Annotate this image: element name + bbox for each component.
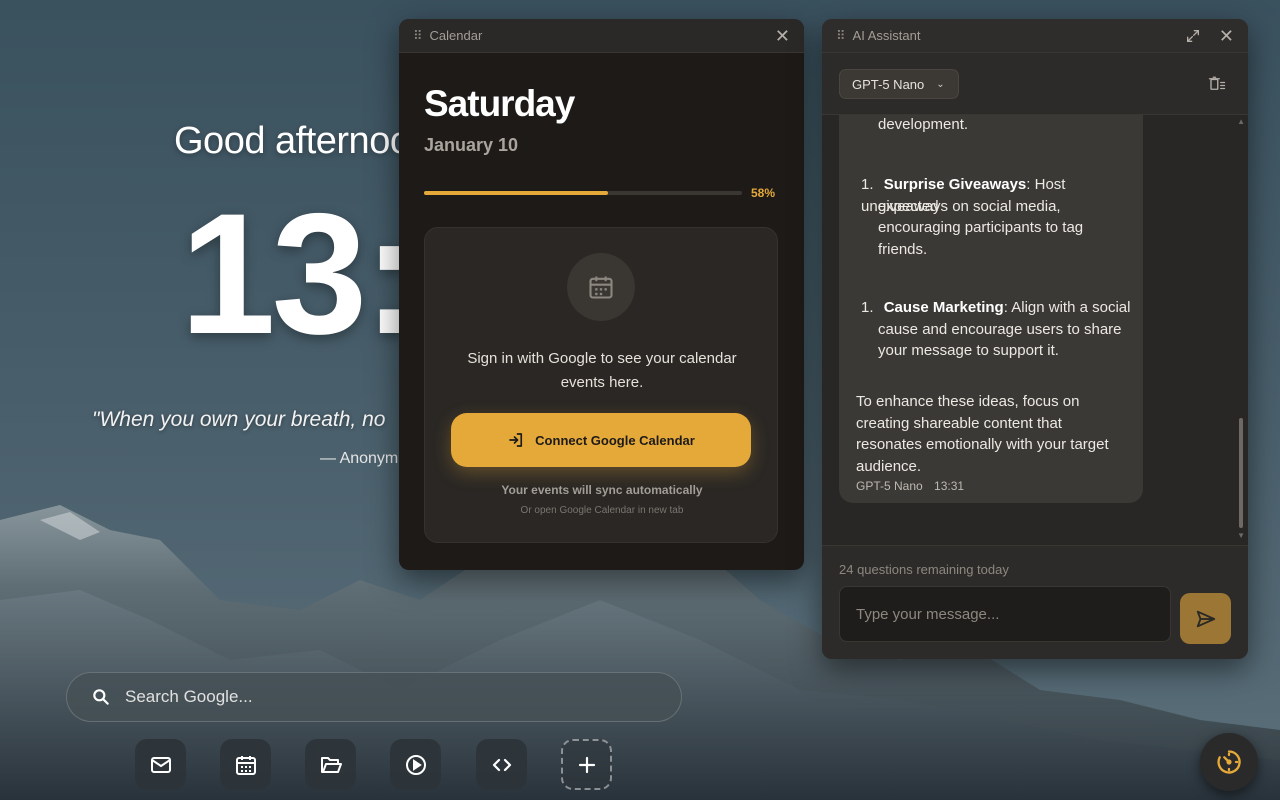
calendar-panel: ⠿ Calendar ✕ Saturday January 10 58% Sig…: [399, 19, 804, 570]
questions-remaining: 24 questions remaining today: [839, 562, 1009, 577]
list-item-line: your message to support it.: [878, 342, 1059, 359]
dock-code-button[interactable]: [476, 739, 527, 790]
paragraph-line: creating shareable content that: [856, 414, 1062, 432]
calendar-signin-card: Sign in with Google to see your calendar…: [424, 227, 778, 543]
calendar-title: Calendar: [429, 28, 483, 43]
dock-add-button[interactable]: [561, 739, 612, 790]
quote-text: "When you own your breath, no: [92, 408, 386, 431]
send-icon: [1196, 610, 1215, 627]
dock-calendar-button[interactable]: [220, 739, 271, 790]
mail-icon: [150, 756, 171, 773]
paragraph-line: resonates emotionally with your target: [856, 436, 1109, 453]
plus-icon: [578, 756, 595, 773]
model-selector[interactable]: GPT-5 Nano ⌄: [839, 69, 959, 99]
send-button[interactable]: [1180, 593, 1231, 644]
message-meta: GPT-5 Nano 13:31: [856, 479, 972, 493]
assistant-message-bubble: development. 1. Surprise Giveaways: Host…: [839, 115, 1143, 503]
list-item-line: encouraging participants to tag: [878, 219, 1084, 236]
list-item: 1. Cause Marketing: Align with a social: [861, 299, 1131, 316]
assistant-toolbar: GPT-5 Nano ⌄: [822, 53, 1248, 115]
model-selector-label: GPT-5 Nano: [852, 76, 925, 92]
drag-handle-icon[interactable]: ⠿: [836, 28, 845, 44]
assistant-header[interactable]: ⠿ AI Assistant ✕: [822, 19, 1248, 53]
chat-messages[interactable]: development. 1. Surprise Giveaways: Host…: [822, 115, 1248, 545]
search-input[interactable]: [125, 687, 645, 707]
dock-mail-button[interactable]: [135, 739, 186, 790]
focus-timer-button[interactable]: [1200, 733, 1258, 791]
paragraph-line: audience.: [856, 457, 922, 475]
scroll-up-icon[interactable]: ▲: [1237, 117, 1245, 126]
day-progress-bar: [424, 191, 742, 195]
day-progress-fill: [424, 191, 609, 195]
message-time: 13:31: [934, 479, 965, 493]
list-item-line: cause and encourage users to share: [878, 320, 1122, 338]
calendar-icon-circle: [567, 253, 635, 321]
chevron-down-icon: ⌄: [936, 78, 945, 90]
assistant-title: AI Assistant: [852, 28, 921, 43]
clear-chat-icon[interactable]: [1208, 75, 1226, 93]
chat-scrollbar-thumb[interactable]: [1239, 418, 1243, 528]
expand-icon[interactable]: [1185, 28, 1201, 44]
calendar-header[interactable]: ⠿ Calendar ✕: [399, 19, 804, 53]
list-item-line: giveaways on social media,: [878, 197, 1061, 215]
connect-button-label: Connect Google Calendar: [535, 432, 695, 448]
search-icon: [93, 689, 109, 705]
calendar-day: Saturday: [424, 83, 575, 124]
paragraph-line: To enhance these ideas, focus on: [856, 393, 1080, 410]
sync-info-text: Your events will sync automatically: [501, 483, 703, 497]
play-icon: [405, 754, 426, 775]
drag-handle-icon[interactable]: ⠿: [413, 28, 422, 44]
connect-google-calendar-button[interactable]: Connect Google Calendar: [451, 413, 751, 467]
code-icon: [492, 758, 511, 771]
assistant-footer: 24 questions remaining today: [822, 545, 1248, 659]
message-model: GPT-5 Nano: [856, 479, 923, 493]
login-icon: [509, 433, 523, 447]
greeting-text: Good afternoo: [174, 120, 411, 162]
dock-play-button[interactable]: [390, 739, 441, 790]
search-bar[interactable]: [66, 672, 682, 722]
ai-assistant-panel: ⠿ AI Assistant ✕ GPT-5 Nano ⌄ developmen…: [822, 19, 1248, 659]
timer-icon: [1217, 750, 1241, 774]
message-text: development.: [878, 116, 969, 133]
close-icon[interactable]: ✕: [1219, 27, 1234, 45]
dock-folder-button[interactable]: [305, 739, 356, 790]
calendar-signin-message: Sign in with Google to see your calendar…: [467, 350, 737, 391]
quote-author: — Anonym: [320, 450, 399, 467]
scroll-down-icon[interactable]: ▼: [1237, 531, 1245, 540]
calendar-icon: [589, 276, 613, 299]
day-progress-label: 58%: [751, 186, 776, 200]
folder-icon: [320, 756, 342, 773]
list-item-line: friends.: [878, 240, 928, 258]
clock-time: 13:: [180, 178, 421, 370]
calendar-icon: [235, 755, 256, 775]
calendar-date: January 10: [424, 135, 519, 155]
open-google-calendar-link[interactable]: Or open Google Calendar in new tab: [425, 505, 779, 516]
message-input[interactable]: [839, 586, 1171, 642]
close-icon[interactable]: ✕: [775, 27, 790, 45]
